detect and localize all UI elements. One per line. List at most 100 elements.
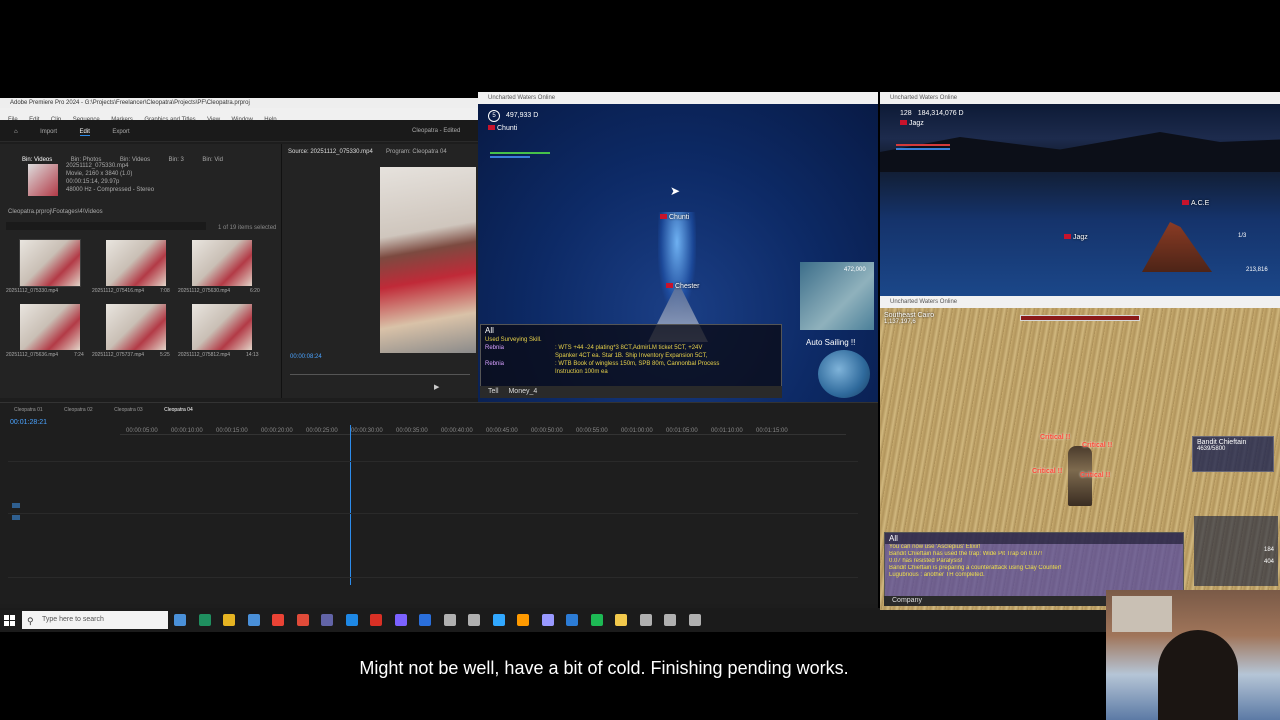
track-target-v1[interactable]	[12, 503, 20, 508]
taskbar-app-icon[interactable]	[639, 614, 652, 626]
game1-status: 5 497,933 D Chunti	[488, 110, 538, 132]
location-name: Southeast Cairo	[884, 312, 935, 319]
taskbar-app-icon[interactable]	[321, 614, 333, 626]
source-scrubber[interactable]	[290, 374, 470, 375]
windows-start-icon[interactable]	[4, 614, 16, 626]
taskbar-app-icon[interactable]	[198, 614, 211, 626]
clip-preview-thumb	[28, 164, 58, 196]
clip-thumbnail[interactable]	[192, 304, 252, 350]
track-divider	[8, 461, 858, 462]
clip-name: 20251112_075636.mp4	[6, 352, 59, 358]
bin-tab[interactable]: Bin: 3	[169, 157, 184, 163]
taskbar-app-icon[interactable]	[247, 614, 260, 626]
clip-thumbnail[interactable]	[192, 240, 252, 286]
clip-thumbnail[interactable]	[106, 304, 166, 350]
clip-thumbnail[interactable]	[20, 304, 80, 350]
bin-tab[interactable]: Bin: Videos	[22, 157, 52, 163]
ruler-tick-label: 00:00:25:00	[306, 428, 338, 434]
ducats: 497,933 D	[506, 112, 539, 119]
taskbar-app-icon[interactable]	[443, 614, 456, 626]
taskbar-app-icon[interactable]	[223, 614, 235, 626]
ruler-tick-label: 00:00:55:00	[576, 428, 608, 434]
globe-icon[interactable]	[818, 350, 870, 398]
ruler-tick-label: 00:00:30:00	[351, 428, 383, 434]
player-name: Chunti	[497, 125, 518, 132]
clip-thumbnail[interactable]	[19, 239, 81, 287]
taskbar-app-icon[interactable]	[468, 614, 480, 626]
ruler-tick-label: 00:00:20:00	[261, 428, 293, 434]
chat-line: Rebnia: WTB Book of wingless 150m, SPB 8…	[485, 361, 720, 367]
skill-bar[interactable]: 184 404	[1194, 516, 1278, 586]
ship-name-tag: Chester	[666, 283, 700, 290]
project-bin-panel: Bin: Videos Bin: Photos Bin: Videos Bin:…	[0, 144, 282, 398]
taskbar-app-icon[interactable]	[517, 614, 529, 626]
tab-import[interactable]: Import	[40, 129, 57, 135]
clip-name: 20251112_075812.mp4	[178, 352, 231, 358]
clip-thumbnail[interactable]	[106, 240, 166, 286]
chat-input-bar[interactable]: Tell Money_4	[480, 386, 782, 398]
bin-tab[interactable]: Bin: Vid	[202, 157, 223, 163]
ruler-tick-label: 00:00:35:00	[396, 428, 428, 434]
taskbar-app-icon[interactable]	[296, 614, 309, 626]
skill-count: 404	[1264, 559, 1275, 565]
chat-tab-all[interactable]: All	[885, 533, 1183, 544]
target-hp: 4639/5800	[1197, 446, 1226, 452]
taskbar-app-icon[interactable]	[566, 614, 578, 626]
ruler-tick-label: 00:01:10:00	[711, 428, 743, 434]
taskbar-app-icon[interactable]	[345, 614, 358, 626]
timeline-timecode: 00:01:28:21	[10, 419, 47, 426]
ruler-tick-label: 00:00:05:00	[126, 428, 158, 434]
target-panel[interactable]: Bandit Chieftain 4639/5800	[1192, 436, 1274, 472]
taskbar-app-icon[interactable]	[615, 614, 627, 626]
taskbar-app-icon[interactable]	[174, 614, 186, 626]
taskbar-search-input[interactable]: Type here to search	[22, 611, 168, 629]
sequence-tab[interactable]: Cleopatra 02	[64, 407, 93, 413]
ruler-tick-label: 00:00:40:00	[441, 428, 473, 434]
ducats: 184,314,076 D	[917, 110, 964, 117]
taskbar-app-icon[interactable]	[419, 614, 431, 626]
sequence-tab[interactable]: Cleopatra 04	[164, 407, 193, 413]
player-name: Jagz	[909, 120, 924, 127]
sequence-tab[interactable]: Cleopatra 03	[114, 407, 143, 413]
ruler-tick-label: 00:01:15:00	[756, 428, 788, 434]
chat-tab-all[interactable]: All	[481, 325, 781, 336]
sequence-tab[interactable]: Cleopatra 01	[14, 407, 43, 413]
webcam-overlay	[1106, 590, 1280, 720]
game-window-harbor: Uncharted Waters Online 128 184,314,076 D…	[880, 92, 1280, 296]
track-target-a1[interactable]	[12, 515, 20, 520]
home-icon[interactable]: ⌂	[14, 129, 18, 135]
tell-label[interactable]: Tell	[488, 388, 499, 395]
level-badge: 5	[488, 110, 500, 122]
bin-search-input[interactable]	[6, 222, 206, 230]
program-tab[interactable]: Program: Cleopatra 04	[386, 148, 447, 156]
bin-path: Cleopatra.prproj\Footages\4\Videos	[8, 209, 103, 215]
page-indicator[interactable]: 1/3	[1238, 232, 1246, 240]
taskbar-app-icon[interactable]	[370, 614, 382, 626]
play-icon[interactable]: ▶	[434, 383, 439, 391]
track-divider	[8, 513, 858, 514]
timeline-panel: Cleopatra 01 Cleopatra 02 Cleopatra 03 C…	[0, 402, 878, 604]
critical-text: Critical !!	[1080, 472, 1111, 479]
taskbar-app-icon[interactable]	[272, 614, 284, 626]
game2-titlebar: Uncharted Waters Online	[880, 92, 1280, 104]
taskbar-app-icon[interactable]	[590, 614, 603, 626]
items-selected: 1 of 19 items selected	[218, 225, 277, 231]
guild-tag: A.C.E	[1182, 200, 1209, 207]
taskbar-app-icon[interactable]	[688, 614, 701, 626]
tab-edit[interactable]: Edit	[79, 129, 90, 136]
game2-status: 128 184,314,076 D Jagz	[900, 110, 964, 127]
coords: 213,816	[1246, 267, 1268, 273]
chat-line: You can now use 'Asclepius' Elixir!	[889, 544, 981, 550]
taskbar-app-icon[interactable]	[541, 614, 554, 626]
playhead[interactable]	[350, 425, 351, 585]
source-tab[interactable]: Source: 20251112_075330.mp4	[288, 148, 373, 156]
money-label[interactable]: Money_4	[508, 388, 537, 395]
taskbar-app-icon[interactable]	[492, 614, 505, 626]
taskbar-app-icon[interactable]	[664, 614, 676, 626]
tab-export[interactable]: Export	[112, 129, 129, 135]
harbor-scene[interactable]	[880, 104, 1280, 296]
clip-info: 20251112_075330.mp4 Movie, 2160 x 3840 (…	[66, 163, 155, 193]
shelf	[1112, 596, 1172, 632]
taskbar-app-icon[interactable]	[394, 614, 407, 626]
hp-bar	[896, 144, 950, 146]
